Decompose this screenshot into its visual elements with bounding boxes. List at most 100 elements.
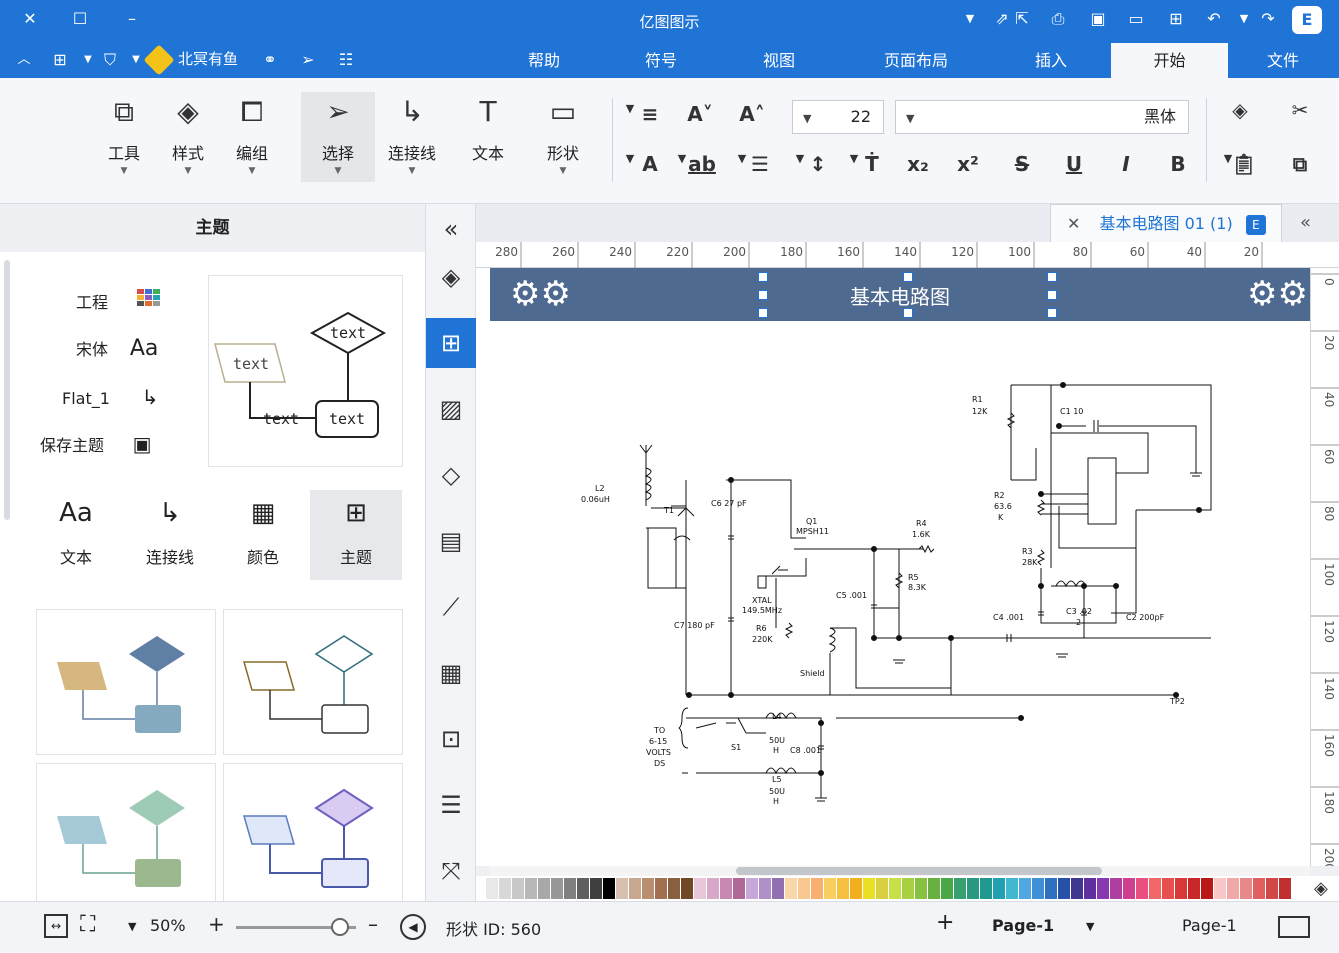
send-icon[interactable]: ➢ [296,50,320,70]
color-swatch[interactable] [811,878,823,899]
color-swatch[interactable] [824,878,836,899]
align-icon[interactable]: ≡ [632,102,668,126]
increase-font-icon[interactable]: A˄ [734,102,770,126]
color-swatch[interactable] [1253,878,1265,899]
color-swatch[interactable] [1084,878,1096,899]
color-swatch[interactable] [1266,878,1278,899]
zoom-level[interactable]: 50% [150,916,186,935]
color-swatch[interactable] [798,878,810,899]
category-theme[interactable]: ⊞ 主题 [310,490,402,580]
paste-icon[interactable]: 📋︎ [1226,152,1262,176]
underline-icon[interactable]: U [1056,152,1092,176]
table-icon[interactable]: ▦ [426,648,476,698]
undo-dropdown-icon[interactable]: ▼ [1232,9,1256,29]
color-swatch[interactable] [1188,878,1200,899]
strikethrough-icon[interactable]: S [1004,152,1040,176]
apps-grid-icon[interactable]: ⊞ [48,50,72,70]
color-swatches[interactable] [476,876,1339,901]
theme-grid-icon[interactable]: ⊞ [426,318,476,368]
image-icon[interactable]: ▨ [426,384,476,434]
play-presentation-icon[interactable]: ◀ [400,914,426,940]
color-swatch[interactable] [525,878,537,899]
color-swatch[interactable] [915,878,927,899]
tools-button[interactable]: ⧉ 工具 ▼ [92,92,156,182]
color-swatch[interactable] [954,878,966,899]
color-swatch[interactable] [1045,878,1057,899]
tab-insert[interactable]: 插入 [1020,43,1082,78]
color-swatch[interactable] [577,878,589,899]
page-tab[interactable]: Page-1 [992,916,1054,935]
color-swatch[interactable] [1240,878,1252,899]
color-swatch[interactable] [1136,878,1148,899]
shape-button[interactable]: ▭ 形状 ▼ [531,92,595,182]
share-icon[interactable]: ⇱ [1010,9,1034,29]
panel-scrollbar[interactable] [4,260,10,520]
category-connector[interactable]: ↳ 连接线 [124,490,216,580]
color-swatch[interactable] [603,878,615,899]
comment-icon[interactable]: ☷ [334,50,358,70]
tab-page-layout[interactable]: 页面布局 [866,43,966,78]
color-swatch[interactable] [720,878,732,899]
shirt-icon[interactable]: ⛉ [98,50,122,70]
maximize-icon[interactable]: ☐ [68,9,92,29]
line-spacing-icon[interactable]: ↕ [800,152,836,176]
user-brand[interactable]: 北冥有鱼 [143,43,238,76]
chart-icon[interactable]: ⟋ [426,582,476,632]
italic-icon[interactable]: I [1108,152,1144,176]
color-swatch[interactable] [863,878,875,899]
color-swatch[interactable] [655,878,667,899]
text-format-icon[interactable]: Ṫ [854,152,890,176]
color-swatch[interactable] [538,878,550,899]
superscript-icon[interactable]: x² [950,152,986,176]
color-swatch[interactable] [1149,878,1161,899]
color-swatch[interactable] [642,878,654,899]
color-swatch[interactable] [993,878,1005,899]
theme-card-4[interactable] [223,763,403,909]
redo-icon[interactable]: ↷ [1256,9,1280,29]
fit-arrows-icon[interactable]: ⤧ [426,846,476,896]
link-icon[interactable]: ⚭ [258,50,282,70]
color-swatch[interactable] [1162,878,1174,899]
close-icon[interactable]: ✕ [18,9,42,29]
save-icon[interactable]: ▣ [1086,9,1110,29]
layers-icon[interactable]: ◇ [426,450,476,500]
plugin-icon[interactable]: ⊡ [426,714,476,764]
zoom-in-icon[interactable]: + [208,912,225,936]
style-button[interactable]: ◈ 样式 ▼ [156,92,220,182]
text-button[interactable]: T 文本 [456,92,520,182]
apps-dropdown-icon[interactable]: ▼ [76,50,100,70]
open-folder-icon[interactable]: ▭ [1124,9,1148,29]
font-family-select[interactable]: ▼ 黑体 [895,100,1189,134]
cut-icon[interactable]: ✂ [1282,98,1318,122]
color-swatch[interactable] [1071,878,1083,899]
add-page-icon[interactable]: + [936,910,954,935]
group-button[interactable]: ⧠ 编组 ▼ [220,92,284,182]
fullscreen-icon[interactable]: ⛶ [80,912,95,937]
format-painter-icon[interactable]: ◈ [1222,98,1258,122]
theme-card-3[interactable] [36,763,216,909]
connector-button[interactable]: ↳ 连接线 ▼ [380,92,444,182]
color-swatch[interactable] [1279,878,1291,899]
close-tab-icon[interactable]: ✕ [1067,214,1080,233]
color-swatch[interactable] [486,878,498,899]
color-swatch[interactable] [1175,878,1187,899]
color-swatch[interactable] [1058,878,1070,899]
color-swatch[interactable] [1123,878,1135,899]
drawing-canvas[interactable]: ⚙⚙ ⚙⚙ 基本电路图 R1 12K C1 10 R2 63.6 K R3 28… [476,268,1310,866]
color-swatch[interactable] [980,878,992,899]
quick-access-dropdown-icon[interactable]: ▼ [958,9,982,29]
category-text[interactable]: Aa 文本 [30,490,122,580]
color-swatch[interactable] [1110,878,1122,899]
canvas-horizontal-scrollbar[interactable] [490,866,1310,876]
outline-icon[interactable]: ☰ [426,780,476,830]
theme-item-font[interactable]: 宋体 Aa [76,336,159,361]
color-swatch[interactable] [746,878,758,899]
tab-symbols[interactable]: 符号 [630,43,692,78]
font-size-select[interactable]: ▼ 22 [792,100,884,134]
color-swatch[interactable] [759,878,771,899]
color-swatch[interactable] [1214,878,1226,899]
page-view-icon[interactable] [1278,916,1310,938]
save-theme-button[interactable]: 保存主题 ▣ [40,432,157,456]
color-swatch[interactable] [512,878,524,899]
collapse-ribbon-icon[interactable]: ︿ [12,50,36,70]
